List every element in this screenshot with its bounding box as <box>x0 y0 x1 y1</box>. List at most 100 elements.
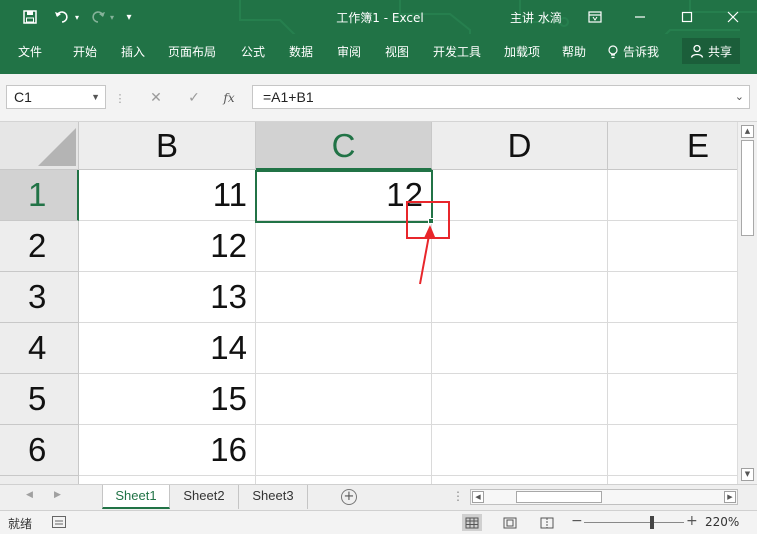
add-sheet-button[interactable]: + <box>341 489 357 505</box>
cell-c7[interactable] <box>256 476 432 484</box>
scroll-up-icon[interactable]: ▲ <box>741 125 754 138</box>
page-break-preview-icon[interactable] <box>537 514 557 531</box>
tell-me-label: 告诉我 <box>623 45 660 59</box>
cell-d4[interactable] <box>432 323 608 374</box>
user-name[interactable]: 主讲 水滴 <box>510 9 562 26</box>
tab-splitter-icon[interactable]: ⋮ <box>452 489 464 503</box>
cell-b7[interactable] <box>79 476 256 484</box>
tab-data[interactable]: 数据 <box>289 42 313 62</box>
row-header-1[interactable]: 1 <box>0 170 79 221</box>
column-header-e[interactable]: E <box>608 122 737 170</box>
tab-formulas[interactable]: 公式 <box>241 42 265 62</box>
cell-e4[interactable] <box>608 323 737 374</box>
zoom-out-icon[interactable]: − <box>571 513 583 529</box>
name-box[interactable]: C1 ▼ <box>6 85 106 109</box>
close-icon[interactable] <box>721 7 745 27</box>
tab-home[interactable]: 开始 <box>73 42 97 62</box>
vertical-scrollbar[interactable]: ▲ ▼ <box>737 122 757 484</box>
row-header-3[interactable]: 3 <box>0 272 79 323</box>
minimize-icon[interactable] <box>628 7 652 27</box>
horizontal-scrollbar[interactable]: ◀ ▶ <box>470 489 738 505</box>
next-sheet-icon[interactable]: ▶ <box>54 490 61 500</box>
cell-e6[interactable] <box>608 425 737 476</box>
cell-c5[interactable] <box>256 374 432 425</box>
vertical-scroll-thumb[interactable] <box>741 140 754 236</box>
tab-page-layout[interactable]: 页面布局 <box>168 42 216 62</box>
cell-d7[interactable] <box>432 476 608 484</box>
sheet-tab-sheet1[interactable]: Sheet1 <box>102 485 170 509</box>
cell-d1[interactable] <box>432 170 608 221</box>
save-icon[interactable] <box>20 7 40 27</box>
zoom-level[interactable]: 220% <box>705 515 739 529</box>
row-header-4[interactable]: 4 <box>0 323 79 374</box>
formula-input[interactable]: =A1+B1 ⌄ <box>252 85 750 109</box>
name-box-value: C1 <box>14 89 32 105</box>
cell-d5[interactable] <box>432 374 608 425</box>
formula-bar: C1 ▼ ⋮ ✕ ✓ fx =A1+B1 ⌄ <box>0 74 757 122</box>
cell-d3[interactable] <box>432 272 608 323</box>
row-header-5[interactable]: 5 <box>0 374 79 425</box>
macro-record-icon[interactable] <box>52 516 66 528</box>
tab-view[interactable]: 视图 <box>385 42 409 62</box>
normal-view-icon[interactable] <box>462 514 482 531</box>
tab-insert[interactable]: 插入 <box>121 42 145 62</box>
page-layout-view-icon[interactable] <box>500 514 520 531</box>
zoom-in-icon[interactable]: + <box>686 513 698 529</box>
select-all-button[interactable] <box>0 122 79 170</box>
tab-developer[interactable]: 开发工具 <box>433 42 481 62</box>
formula-bar-grip-icon: ⋮ <box>114 91 126 105</box>
undo-icon[interactable] <box>50 7 74 27</box>
row-header-7[interactable] <box>0 476 79 484</box>
cell-e7[interactable] <box>608 476 737 484</box>
maximize-icon[interactable] <box>675 7 699 27</box>
share-button[interactable]: 共享 <box>682 38 740 64</box>
cell-c4[interactable] <box>256 323 432 374</box>
zoom-slider[interactable] <box>584 522 684 523</box>
column-header-d[interactable]: D <box>432 122 608 170</box>
tab-addins[interactable]: 加载项 <box>504 42 540 62</box>
cell-b3[interactable]: 13 <box>79 272 256 323</box>
undo-dropdown-icon[interactable]: ▾ <box>72 7 82 27</box>
cell-e1[interactable] <box>608 170 737 221</box>
cell-e3[interactable] <box>608 272 737 323</box>
scroll-left-icon[interactable]: ◀ <box>472 491 484 503</box>
cell-b5[interactable]: 15 <box>79 374 256 425</box>
cell-d6[interactable] <box>432 425 608 476</box>
cell-e5[interactable] <box>608 374 737 425</box>
scroll-down-icon[interactable]: ▼ <box>741 468 754 481</box>
formula-value: =A1+B1 <box>263 89 314 105</box>
customize-qat-icon[interactable]: ▾ <box>122 7 136 27</box>
previous-sheet-icon[interactable]: ◀ <box>26 490 33 500</box>
ribbon-display-options-icon[interactable] <box>583 7 607 27</box>
cell-e2[interactable] <box>608 221 737 272</box>
zoom-slider-thumb[interactable] <box>650 516 654 529</box>
cell-b1[interactable]: 11 <box>79 170 256 221</box>
cell-b6[interactable]: 16 <box>79 425 256 476</box>
window-title: 工作簿1 - Excel <box>336 11 424 25</box>
cell-b4[interactable]: 14 <box>79 323 256 374</box>
cell-c6[interactable] <box>256 425 432 476</box>
enter-icon[interactable]: ✓ <box>183 88 205 108</box>
row-header-2[interactable]: 2 <box>0 221 79 272</box>
sheet-tab-sheet3[interactable]: Sheet3 <box>239 485 308 509</box>
redo-dropdown-icon[interactable]: ▾ <box>107 7 117 27</box>
column-header-c[interactable]: C <box>256 122 432 170</box>
worksheet-grid: B C D E 1 11 12 2 12 3 13 4 14 5 15 6 16 <box>0 122 737 484</box>
share-label: 共享 <box>707 44 732 59</box>
cancel-icon[interactable]: ✕ <box>145 88 167 108</box>
expand-formula-bar-icon[interactable]: ⌄ <box>735 86 744 108</box>
scroll-right-icon[interactable]: ▶ <box>724 491 736 503</box>
status-text: 就绪 <box>8 517 33 531</box>
row-header-6[interactable]: 6 <box>0 425 79 476</box>
cell-b2[interactable]: 12 <box>79 221 256 272</box>
tab-file[interactable]: 文件 <box>18 42 42 62</box>
tab-help[interactable]: 帮助 <box>562 42 586 62</box>
column-header-b[interactable]: B <box>79 122 256 170</box>
tell-me-box[interactable]: 告诉我 <box>608 42 659 62</box>
name-box-dropdown-icon[interactable]: ▼ <box>91 86 100 108</box>
tab-review[interactable]: 审阅 <box>337 42 361 62</box>
horizontal-scroll-thumb[interactable] <box>516 491 602 503</box>
cell-d2[interactable] <box>432 221 608 272</box>
insert-function-icon[interactable]: fx <box>218 88 240 108</box>
sheet-tab-sheet2[interactable]: Sheet2 <box>170 485 239 509</box>
